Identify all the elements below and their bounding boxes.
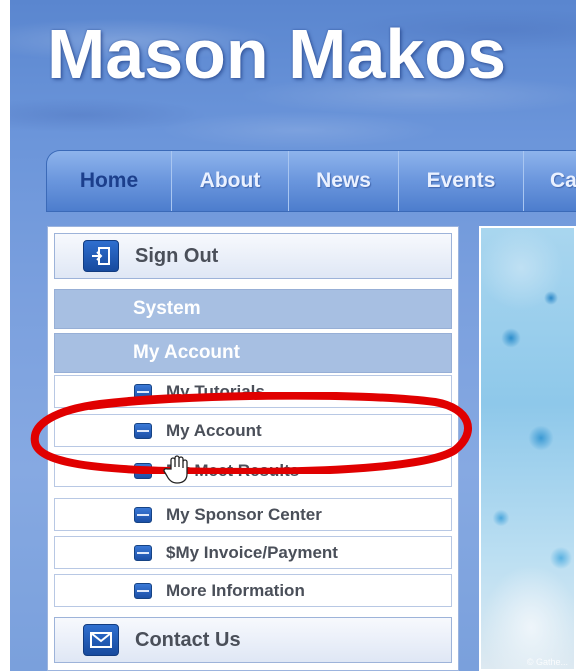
- nav-news[interactable]: News: [289, 151, 399, 211]
- photo-watermark: © Gathe...: [526, 657, 568, 667]
- nav-home[interactable]: Home: [47, 151, 172, 211]
- hand-cursor-icon: [163, 455, 188, 484]
- contact-us-label: Contact Us: [135, 628, 241, 651]
- bullet-icon: [134, 582, 152, 599]
- nav-item-truncated[interactable]: Ca: [524, 151, 576, 211]
- window-edge: [0, 0, 10, 671]
- section-system[interactable]: System: [54, 289, 452, 329]
- menu-item-label: More Information: [166, 580, 305, 600]
- bullet-icon: [134, 506, 152, 523]
- nav-about[interactable]: About: [172, 151, 289, 211]
- section-my-account[interactable]: My Account: [54, 333, 452, 373]
- exit-door-icon: [83, 240, 119, 272]
- bullet-icon: [134, 462, 152, 479]
- menu-item-my-meet-results[interactable]: My Meet Results: [54, 454, 452, 487]
- site-title[interactable]: Mason Makos: [47, 14, 506, 94]
- menu-item-label: My Sponsor Center: [166, 504, 322, 524]
- sign-out-label: Sign Out: [135, 244, 219, 267]
- sign-out-button[interactable]: Sign Out: [54, 233, 452, 279]
- hero-photo: © Gathe...: [479, 226, 576, 671]
- menu-item-label: My Account: [166, 420, 262, 440]
- sidebar: Sign Out System My Account My Tutorials …: [47, 226, 459, 671]
- menu-item-more-information[interactable]: More Information: [54, 574, 452, 607]
- menu-item-my-tutorials[interactable]: My Tutorials: [54, 375, 452, 408]
- menu-item-my-sponsor-center[interactable]: My Sponsor Center: [54, 498, 452, 531]
- envelope-icon: [83, 624, 119, 656]
- main-nav: Home About News Events Ca: [46, 150, 576, 212]
- menu-item-label: $My Invoice/Payment: [166, 542, 338, 562]
- bullet-icon: [134, 422, 152, 439]
- contact-us-button[interactable]: Contact Us: [54, 617, 452, 663]
- bullet-icon: [134, 544, 152, 561]
- menu-item-invoice-payment[interactable]: $My Invoice/Payment: [54, 536, 452, 569]
- nav-events[interactable]: Events: [399, 151, 524, 211]
- menu-item-my-account[interactable]: My Account: [54, 414, 452, 447]
- menu-item-label: My Tutorials: [166, 381, 265, 401]
- bullet-icon: [134, 383, 152, 400]
